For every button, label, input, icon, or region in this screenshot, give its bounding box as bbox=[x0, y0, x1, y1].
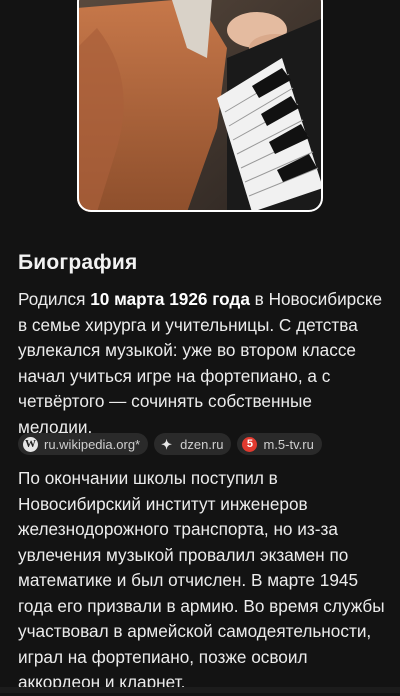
source-label: ru.wikipedia.org* bbox=[44, 436, 141, 452]
portrait-photo[interactable] bbox=[77, 0, 323, 212]
para1-text-start: Родился bbox=[18, 289, 91, 309]
biography-paragraph-1: Родился 10 марта 1926 года в Новосибирск… bbox=[18, 287, 386, 440]
channel5-icon: 5 bbox=[242, 436, 258, 452]
birth-date: 10 марта 1926 года bbox=[90, 289, 250, 309]
biography-paragraph-2: По окончании школы поступил в Новосибирс… bbox=[18, 468, 385, 692]
source-label: dzen.ru bbox=[180, 436, 224, 452]
source-label: m.5-tv.ru bbox=[263, 436, 314, 452]
wikipedia-icon: W bbox=[23, 436, 38, 452]
sources-row: W ru.wikipedia.org* ✦ dzen.ru 5 m.5-tv.r… bbox=[18, 433, 386, 455]
section-heading: Биография bbox=[18, 251, 138, 274]
source-chip-dzen[interactable]: ✦ dzen.ru bbox=[154, 433, 232, 455]
source-chip-5tv[interactable]: 5 m.5-tv.ru bbox=[237, 433, 322, 455]
para1-text-end: в Новосибирске в семье хирурга и учитель… bbox=[18, 289, 383, 437]
photo-illustration bbox=[77, 0, 323, 212]
bottom-edge bbox=[0, 687, 400, 693]
source-chip-wikipedia[interactable]: W ru.wikipedia.org* bbox=[18, 433, 149, 455]
dzen-icon: ✦ bbox=[161, 436, 173, 452]
